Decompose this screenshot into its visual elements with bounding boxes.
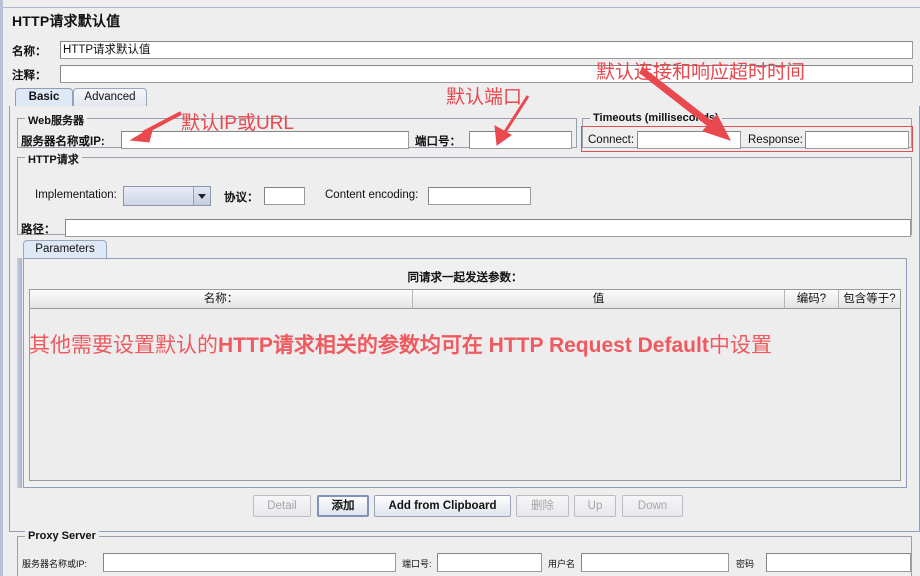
parameters-caption: 同请求一起发送参数： (407, 272, 523, 284)
comment-label: 注释： (12, 70, 47, 82)
parameters-table-body[interactable] (30, 309, 900, 480)
proxy-server-group-legend: Proxy Server (25, 530, 99, 542)
server-name-label: 服务器名称或IP: (21, 136, 105, 148)
content-encoding-label: Content encoding: (325, 189, 419, 201)
parameters-table-header: 名称： 值 编码? 包含等于? (30, 290, 900, 309)
parameters-tabstrip: Parameters (23, 240, 907, 258)
proxy-server-name-label: 服务器名称或IP: (22, 559, 88, 569)
detail-button[interactable]: Detail (253, 495, 311, 517)
port-label: 端口号： (415, 136, 461, 148)
panel-left-rail[interactable] (17, 258, 22, 488)
name-input[interactable]: HTTP请求默认值 (60, 41, 913, 59)
protocol-input[interactable] (264, 187, 305, 205)
name-label: 名称： (12, 46, 47, 58)
response-timeout-input[interactable] (805, 131, 909, 149)
column-header-value[interactable]: 值 (413, 290, 785, 309)
column-header-name[interactable]: 名称： (30, 290, 413, 309)
column-header-include-equals[interactable]: 包含等于? (839, 290, 900, 309)
tab-advanced[interactable]: Advanced (73, 88, 147, 106)
timeouts-group-legend: Timeouts (milliseconds) (590, 112, 722, 124)
tab-parameters[interactable]: Parameters (23, 240, 107, 258)
window-titlebar (3, 9, 920, 35)
main-tabstrip: Basic Advanced (9, 88, 920, 106)
proxy-password-label: 密码 (736, 559, 755, 569)
proxy-port-label: 端口号: (402, 559, 432, 569)
proxy-username-label: 用户名 (548, 559, 576, 569)
port-input[interactable] (469, 131, 572, 149)
add-button[interactable]: 添加 (317, 495, 369, 517)
implementation-select[interactable] (123, 186, 211, 206)
http-request-group-legend: HTTP请求 (25, 151, 82, 167)
window-top-strip (3, 0, 920, 8)
page-title: HTTP请求默认值 (12, 13, 121, 29)
tab-basic[interactable]: Basic (15, 88, 73, 106)
down-button[interactable]: Down (622, 495, 683, 517)
proxy-port-input[interactable] (437, 553, 542, 572)
web-server-group-legend: Web服务器 (25, 112, 88, 128)
connect-timeout-label: Connect: (588, 134, 635, 146)
server-name-input[interactable] (121, 131, 409, 149)
delete-button[interactable]: 删除 (516, 495, 569, 517)
up-button[interactable]: Up (574, 495, 616, 517)
path-input[interactable] (65, 219, 911, 237)
proxy-username-input[interactable] (581, 553, 729, 572)
implementation-label: Implementation: (35, 189, 117, 201)
http-request-defaults-window: HTTP请求默认值 名称： HTTP请求默认值 注释： Basic Advanc… (0, 0, 920, 576)
parameters-table[interactable]: 名称： 值 编码? 包含等于? (29, 289, 901, 481)
content-encoding-input[interactable] (428, 187, 531, 205)
chevron-down-icon[interactable] (193, 187, 210, 205)
connect-timeout-input[interactable] (637, 131, 741, 149)
proxy-password-input[interactable] (766, 553, 911, 572)
protocol-label: 协议： (224, 192, 259, 204)
add-from-clipboard-button[interactable]: Add from Clipboard (374, 495, 511, 517)
response-timeout-label: Response: (748, 134, 803, 146)
column-header-encode[interactable]: 编码? (785, 290, 839, 309)
path-label: 路径： (21, 224, 56, 236)
proxy-server-name-input[interactable] (103, 553, 396, 572)
comment-input[interactable] (60, 65, 913, 83)
